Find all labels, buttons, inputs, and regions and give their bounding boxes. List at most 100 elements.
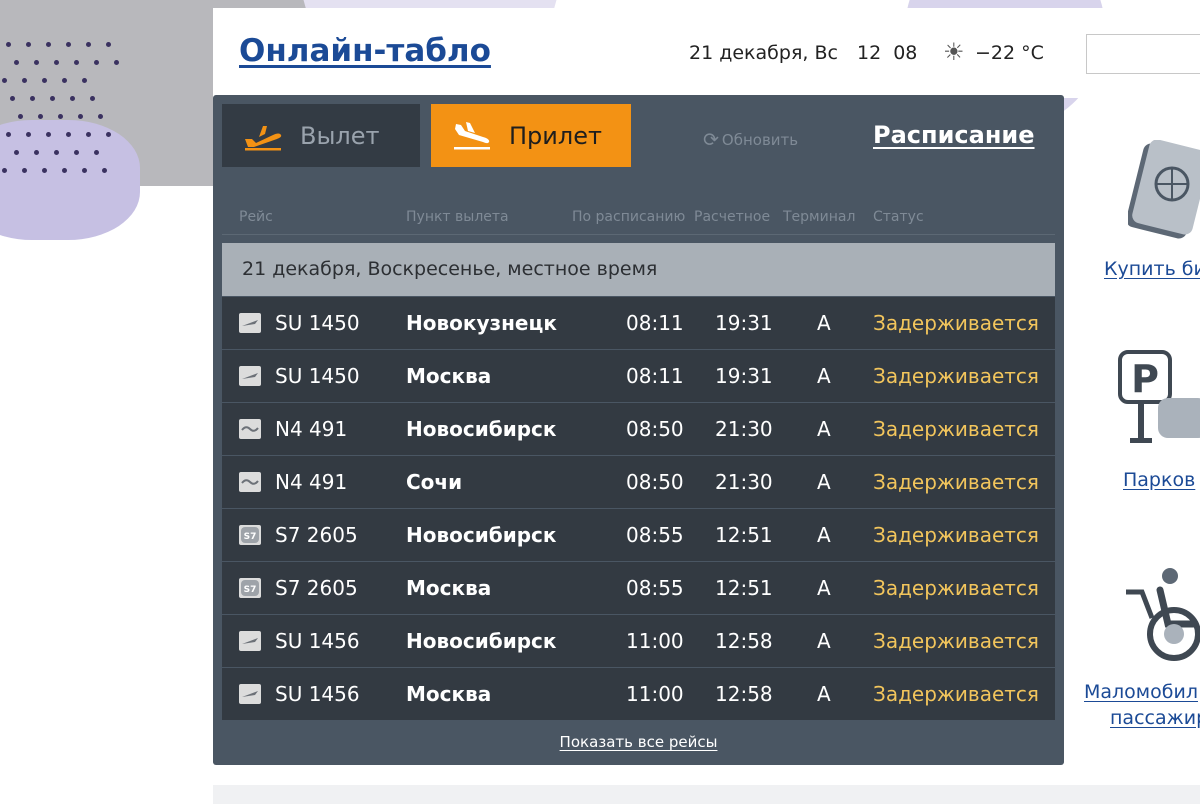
decorative-dot — [26, 132, 31, 137]
plane-takeoff-icon — [242, 120, 284, 152]
flight-list: SU 1450 Новокузнецк 08:11 19:31 A Задерж… — [222, 297, 1055, 721]
tab-departure[interactable]: Вылет — [222, 104, 420, 167]
decorative-dot — [6, 132, 11, 137]
decorative-dot — [6, 42, 11, 47]
terminal: A — [817, 470, 831, 494]
footer-bar — [213, 785, 1200, 804]
flight-row[interactable]: S7 S7 2605 Москва 08:55 12:51 A Задержив… — [222, 562, 1055, 615]
sun-icon: ☀ — [943, 38, 965, 66]
decorative-dot — [86, 42, 91, 47]
terminal: A — [817, 682, 831, 706]
terminal: A — [817, 629, 831, 653]
flight-number: SU 1450 — [275, 311, 360, 335]
flight-number: S7 2605 — [275, 576, 358, 600]
decorative-dot — [14, 150, 19, 155]
scheduled-time: 08:50 — [626, 417, 684, 441]
decorative-dot — [2, 168, 7, 173]
decorative-dot — [106, 132, 111, 137]
scheduled-time: 08:55 — [626, 523, 684, 547]
flight-number: N4 491 — [275, 470, 348, 494]
page-title[interactable]: Онлайн-табло — [239, 33, 491, 69]
flight-status: Задерживается — [873, 629, 1039, 653]
decorative-dot — [70, 96, 75, 101]
schedule-link[interactable]: Расписание — [873, 121, 1035, 149]
flight-number: SU 1456 — [275, 682, 360, 706]
flight-row[interactable]: SU 1450 Москва 08:11 19:31 A Задерживает… — [222, 350, 1055, 403]
tab-arrival[interactable]: Прилет — [431, 104, 631, 167]
decorative-dot — [74, 150, 79, 155]
decorative-dot — [94, 150, 99, 155]
decorative-dot — [22, 78, 27, 83]
current-date: 21 декабря, Вс — [689, 42, 838, 64]
decorative-dot — [54, 60, 59, 65]
parking-icon[interactable]: P — [1118, 350, 1200, 454]
decorative-dot — [58, 114, 63, 119]
flight-status: Задерживается — [873, 576, 1039, 600]
origin-city: Сочи — [406, 470, 463, 494]
flight-row[interactable]: SU 1456 Москва 11:00 12:58 A Задерживает… — [222, 668, 1055, 721]
parking-link[interactable]: Парков — [1123, 469, 1195, 491]
estimated-time: 12:51 — [715, 576, 773, 600]
reduced-mobility-link-line2[interactable]: пассажир — [1110, 707, 1200, 729]
flight-row[interactable]: SU 1450 Новокузнецк 08:11 19:31 A Задерж… — [222, 297, 1055, 350]
search-input[interactable] — [1086, 34, 1200, 74]
decorative-dot — [90, 96, 95, 101]
origin-city: Новосибирск — [406, 417, 557, 441]
flight-number: N4 491 — [275, 417, 348, 441]
decorative-dot — [42, 168, 47, 173]
scheduled-time: 08:11 — [626, 311, 684, 335]
aeroflot-logo — [239, 631, 261, 651]
svg-text:P: P — [1131, 357, 1159, 401]
buy-ticket-link[interactable]: Купить би — [1104, 258, 1200, 280]
terminal: A — [817, 417, 831, 441]
origin-city: Новосибирск — [406, 523, 557, 547]
decorative-dot — [66, 42, 71, 47]
decorative-dot — [2, 78, 7, 83]
wheelchair-icon[interactable] — [1124, 566, 1200, 670]
flight-row[interactable]: S7 S7 2605 Новосибирск 08:55 12:51 A Зад… — [222, 509, 1055, 562]
column-header-flight: Рейс — [239, 209, 273, 225]
flight-row[interactable]: N4 491 Сочи 08:50 21:30 A Задерживается — [222, 456, 1055, 509]
scheduled-time: 08:50 — [626, 470, 684, 494]
scheduled-time: 11:00 — [626, 682, 684, 706]
origin-city: Новокузнецк — [406, 311, 557, 335]
decorative-dot — [34, 60, 39, 65]
nordwind-logo — [239, 472, 261, 492]
decorative-dot — [94, 60, 99, 65]
reduced-mobility-link[interactable]: Маломобил — [1084, 681, 1198, 703]
decorative-dot — [82, 78, 87, 83]
scheduled-time: 08:55 — [626, 576, 684, 600]
refresh-button[interactable]: ⟳ Обновить — [703, 129, 798, 151]
decorative-dot — [114, 60, 119, 65]
decorative-dot — [82, 168, 87, 173]
decorative-dot — [66, 132, 71, 137]
decorative-dot — [106, 42, 111, 47]
flight-board: Вылет Прилет ⟳ Обновить Расписание Рейс … — [213, 95, 1064, 765]
terminal: A — [817, 523, 831, 547]
flight-row[interactable]: N4 491 Новосибирск 08:50 21:30 A Задержи… — [222, 403, 1055, 456]
terminal: A — [817, 576, 831, 600]
decorative-dot — [54, 150, 59, 155]
passport-icon[interactable] — [1126, 139, 1200, 244]
decorative-dot — [22, 168, 27, 173]
nordwind-logo — [239, 419, 261, 439]
show-all-flights-link[interactable]: Показать все рейсы — [213, 733, 1064, 751]
flight-number: SU 1456 — [275, 629, 360, 653]
origin-city: Москва — [406, 682, 492, 706]
s7-logo: S7 — [239, 578, 261, 598]
estimated-time: 21:30 — [715, 417, 773, 441]
decorative-dot — [50, 96, 55, 101]
refresh-label: Обновить — [721, 131, 799, 149]
decorative-dot — [42, 78, 47, 83]
aeroflot-logo — [239, 684, 261, 704]
estimated-time: 12:51 — [715, 523, 773, 547]
estimated-time: 19:31 — [715, 311, 773, 335]
decorative-dot — [34, 150, 39, 155]
decorative-dot — [78, 114, 83, 119]
decorative-dot — [18, 114, 23, 119]
flight-row[interactable]: SU 1456 Новосибирск 11:00 12:58 A Задерж… — [222, 615, 1055, 668]
svg-text:S7: S7 — [244, 532, 257, 542]
decorative-dot — [74, 60, 79, 65]
flight-status: Задерживается — [873, 364, 1039, 388]
decorative-dot — [14, 60, 19, 65]
